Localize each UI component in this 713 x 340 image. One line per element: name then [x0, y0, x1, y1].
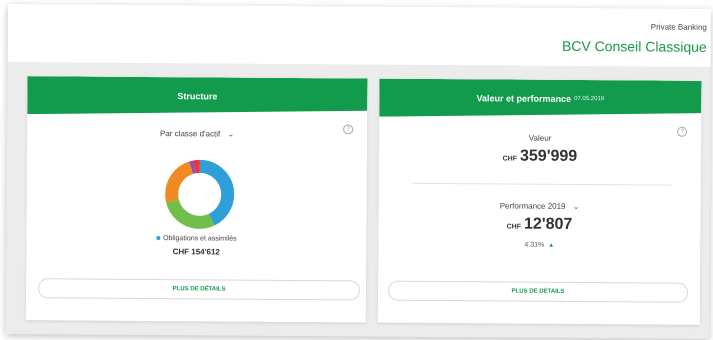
- value-label: Valeur: [528, 133, 552, 143]
- chevron-down-icon: ⌄: [227, 129, 235, 139]
- value-currency: CHF: [502, 155, 518, 163]
- performance-dropdown-label: Performance 2019: [499, 201, 566, 211]
- performance-value: CHF 12'807: [378, 215, 700, 235]
- chevron-down-icon: ⌄: [572, 201, 580, 211]
- value-card-title: Valeur et performance: [476, 93, 572, 104]
- structure-card-title: Structure: [177, 91, 218, 102]
- performance-percent: 4.31%: [524, 241, 545, 249]
- divider: [412, 182, 673, 186]
- value-card-date: 07.05.2019: [574, 95, 605, 103]
- brand-title[interactable]: BCV Conseil Classique: [562, 38, 707, 55]
- donut-legend: Obligations et assimilés: [26, 234, 366, 243]
- performance-amount: 12'807: [523, 215, 573, 233]
- value-amount: 359'999: [519, 147, 578, 165]
- value-card-header: Valeur et performance 07.05.2019: [379, 79, 701, 119]
- asset-allocation-donut[interactable]: [164, 159, 235, 229]
- app-screen: Private Banking BCV Conseil Classique St…: [5, 4, 711, 339]
- performance-currency: CHF: [506, 223, 522, 231]
- brand-subtitle: Private Banking: [650, 22, 707, 32]
- legend-label: Obligations et assimilés: [163, 235, 237, 243]
- top-bar: Private Banking BCV Conseil Classique: [7, 4, 711, 67]
- structure-card: Structure ? Par classe d'actif ⌄ Obligat…: [25, 76, 368, 323]
- performance-percent-row: 4.31% ▲: [378, 241, 700, 250]
- asset-class-dropdown-label: Par classe d'actif: [159, 129, 221, 139]
- value-details-button[interactable]: PLUS DE DÉTAILS: [387, 280, 689, 303]
- structure-details-button[interactable]: PLUS DE DÉTAILS: [37, 278, 361, 301]
- arrow-up-icon: ▲: [548, 242, 555, 249]
- legend-value: CHF 154'612: [172, 247, 220, 257]
- asset-class-dropdown[interactable]: Par classe d'actif ⌄: [27, 128, 367, 139]
- performance-dropdown[interactable]: Performance 2019 ⌄: [379, 201, 701, 212]
- portfolio-value: CHF 359'999: [379, 147, 701, 167]
- legend-dot-icon: [156, 236, 161, 241]
- structure-card-header: Structure: [27, 76, 367, 116]
- value-performance-card: Valeur et performance 07.05.2019 ? Valeu…: [377, 78, 702, 325]
